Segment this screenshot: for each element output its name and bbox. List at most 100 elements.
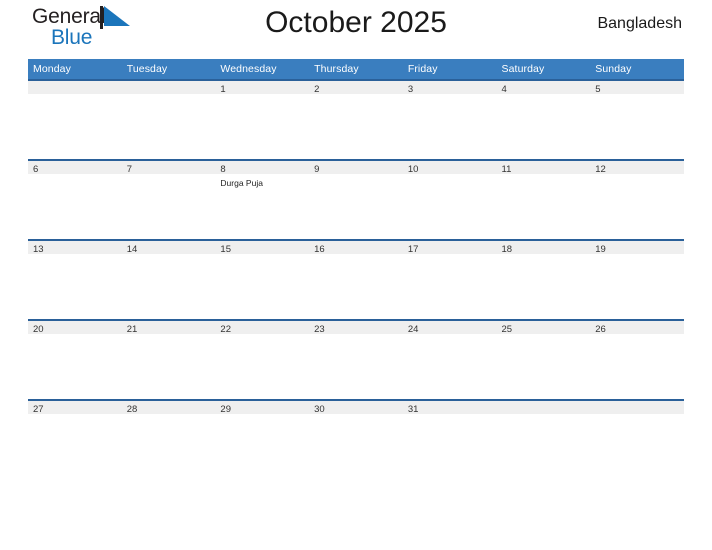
day-cell-inner: 12	[590, 159, 684, 239]
calendar-day-cell[interactable]: 29	[215, 399, 310, 479]
day-events: Durga Puja	[215, 174, 309, 189]
day-number: 13	[28, 239, 122, 255]
weekday-header-tuesday: Tuesday	[121, 59, 216, 79]
day-cell-inner: 26	[590, 319, 684, 399]
day-number	[28, 79, 122, 94]
day-number: 20	[28, 319, 122, 335]
holiday-event: Durga Puja	[220, 178, 263, 188]
day-cell-inner: 1	[215, 79, 310, 159]
weekday-header-wednesday: Wednesday	[215, 59, 310, 79]
day-cell-inner: 9	[309, 159, 403, 239]
day-number: 1	[215, 79, 310, 95]
day-number: 5	[590, 79, 684, 95]
calendar-day-cell[interactable]: 3	[402, 79, 497, 159]
day-number: 27	[28, 399, 122, 415]
calendar-day-cell[interactable]: 7	[121, 159, 216, 239]
calendar-week-row: 27 28 29 30 31	[28, 399, 684, 479]
day-number: 18	[496, 239, 591, 255]
calendar-region-label: Bangladesh	[597, 15, 682, 32]
calendar-day-cell[interactable]: 17	[402, 239, 497, 319]
day-cell-inner: 22	[215, 319, 310, 399]
calendar-week-row: 12345	[28, 79, 684, 159]
day-number: 21	[121, 319, 216, 335]
calendar-empty-cell	[496, 399, 591, 479]
calendar-day-cell[interactable]: 31	[402, 399, 497, 479]
day-cell-inner	[496, 399, 591, 479]
calendar-header-row: Monday Tuesday Wednesday Thursday Friday Satu…	[28, 59, 684, 79]
day-number: 9	[309, 159, 403, 175]
day-number: 6	[28, 159, 122, 175]
calendar-day-cell[interactable]: 12	[590, 159, 684, 239]
calendar-day-cell[interactable]: 9	[309, 159, 403, 239]
calendar-day-cell[interactable]: 24	[402, 319, 497, 399]
calendar-day-cell[interactable]: 6	[28, 159, 122, 239]
calendar-day-cell[interactable]: 11	[496, 159, 591, 239]
calendar-day-cell[interactable]: 13	[28, 239, 122, 319]
day-number: 30	[309, 399, 403, 415]
day-number	[496, 399, 591, 414]
day-cell-inner: 13	[28, 239, 122, 319]
calendar-empty-cell	[121, 79, 216, 159]
calendar-week-row: 20 21 22 23 24 25 26	[28, 319, 684, 399]
calendar-day-cell[interactable]: 1	[215, 79, 310, 159]
calendar-day-cell[interactable]: 10	[402, 159, 497, 239]
day-cell-inner: 6	[28, 159, 122, 239]
calendar-day-cell[interactable]: 4	[496, 79, 591, 159]
weekday-header-friday: Friday	[402, 59, 497, 79]
day-cell-inner: 17	[402, 239, 497, 319]
day-number: 17	[402, 239, 497, 255]
calendar-day-cell[interactable]: 21	[121, 319, 216, 399]
day-number: 4	[496, 79, 591, 95]
calendar-day-cell[interactable]: 28	[121, 399, 216, 479]
page-title: October 2025	[265, 6, 447, 39]
calendar-empty-cell	[28, 79, 122, 159]
day-cell-inner: 16	[309, 239, 403, 319]
calendar-day-cell[interactable]: 16	[309, 239, 403, 319]
day-number: 28	[121, 399, 216, 415]
day-cell-inner: 20	[28, 319, 122, 399]
day-cell-inner: 21	[121, 319, 216, 399]
calendar-day-cell[interactable]: 8 Durga Puja	[215, 159, 310, 239]
calendar-day-cell[interactable]: 15	[215, 239, 310, 319]
day-cell-inner	[121, 79, 216, 159]
calendar-day-cell[interactable]: 18	[496, 239, 591, 319]
day-cell-inner: 27	[28, 399, 122, 479]
calendar-day-cell[interactable]: 14	[121, 239, 216, 319]
day-cell-inner: 28	[121, 399, 216, 479]
calendar-day-cell[interactable]: 20	[28, 319, 122, 399]
calendar-grid: Monday Tuesday Wednesday Thursday Friday Satu…	[28, 59, 684, 479]
day-number: 8	[215, 159, 310, 175]
calendar-week-row: 6 7 8 Durga Puja 9 10 11 12	[28, 159, 684, 239]
calendar-week-row: 13 14 15 16 17 18 19	[28, 239, 684, 319]
calendar-day-cell[interactable]: 5	[590, 79, 684, 159]
day-number: 25	[496, 319, 591, 335]
calendar-day-cell[interactable]: 19	[590, 239, 684, 319]
day-cell-inner: 31	[402, 399, 497, 479]
day-cell-inner: 8 Durga Puja	[215, 159, 310, 239]
calendar-day-cell[interactable]: 30	[309, 399, 403, 479]
day-number	[121, 79, 216, 94]
day-number: 31	[402, 399, 497, 415]
calendar-day-cell[interactable]: 23	[309, 319, 403, 399]
weekday-header-thursday: Thursday	[309, 59, 403, 79]
day-number: 12	[590, 159, 684, 175]
day-number: 19	[590, 239, 684, 255]
day-cell-inner: 30	[309, 399, 403, 479]
day-number: 14	[121, 239, 216, 255]
calendar-day-cell[interactable]: 26	[590, 319, 684, 399]
day-cell-inner: 2	[309, 79, 403, 159]
calendar-day-cell[interactable]: 2	[309, 79, 403, 159]
day-number: 24	[402, 319, 497, 335]
day-number: 7	[121, 159, 216, 175]
day-number: 22	[215, 319, 310, 335]
day-number: 15	[215, 239, 310, 255]
calendar-day-cell[interactable]: 27	[28, 399, 122, 479]
day-cell-inner: 29	[215, 399, 310, 479]
calendar-day-cell[interactable]: 25	[496, 319, 591, 399]
day-cell-inner: 10	[402, 159, 497, 239]
day-cell-inner: 7	[121, 159, 216, 239]
day-number: 29	[215, 399, 310, 415]
calendar-day-cell[interactable]: 22	[215, 319, 310, 399]
day-number	[590, 399, 684, 414]
day-cell-inner: 15	[215, 239, 310, 319]
